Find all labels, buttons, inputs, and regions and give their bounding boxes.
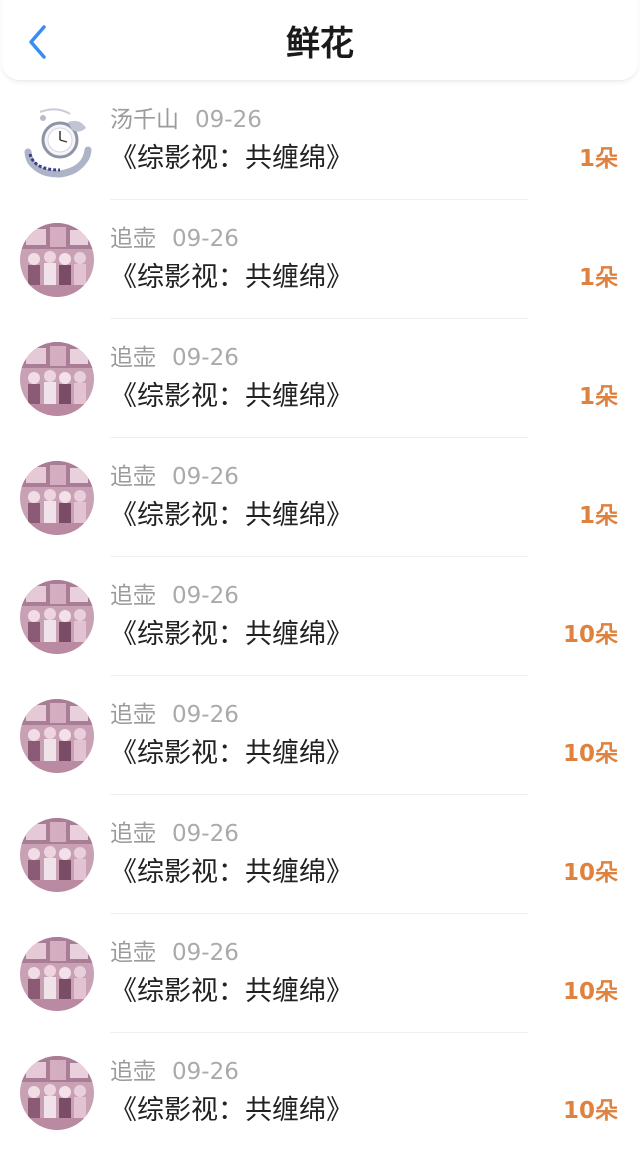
date: 09-26 [195, 107, 262, 133]
list-item[interactable]: 追壶 09-26 《综影视：共缠绵》 10朵 [0, 914, 640, 1033]
flower-count: 10朵 [562, 979, 618, 1005]
list-item[interactable]: 汤千山 09-26 《综影视：共缠绵》 1朵 [0, 81, 640, 200]
group-photo-image [20, 937, 94, 1011]
list-item[interactable]: 追壶 09-26 《综影视：共缠绵》 1朵 [0, 438, 640, 557]
username[interactable]: 追壶 [110, 583, 156, 609]
record-meta: 追壶 09-26 [110, 938, 239, 968]
username[interactable]: 追壶 [110, 226, 156, 252]
list-item[interactable]: 追壶 09-26 《综影视：共缠绵》 10朵 [0, 795, 640, 914]
list-item[interactable]: 追壶 09-26 《综影视：共缠绵》 10朵 [0, 1033, 640, 1152]
record-meta: 追壶 09-26 [110, 700, 239, 730]
username[interactable]: 追壶 [110, 940, 156, 966]
page-title: 鲜花 [286, 24, 354, 64]
avatar[interactable] [20, 818, 94, 892]
avatar[interactable] [20, 937, 94, 1011]
flower-count: 1朵 [578, 384, 618, 410]
record-meta: 追壶 09-26 [110, 343, 239, 373]
flower-count: 10朵 [562, 741, 618, 767]
username[interactable]: 追壶 [110, 1059, 156, 1085]
date: 09-26 [172, 702, 239, 728]
record-meta: 追壶 09-26 [110, 1057, 239, 1087]
book-title[interactable]: 《综影视：共缠绵》 [110, 379, 353, 415]
book-title[interactable]: 《综影视：共缠绵》 [110, 617, 353, 653]
group-photo-image [20, 223, 94, 297]
book-title[interactable]: 《综影视：共缠绵》 [110, 855, 353, 891]
record-meta: 汤千山 09-26 [110, 105, 262, 135]
avatar[interactable] [20, 223, 94, 297]
username[interactable]: 追壶 [110, 821, 156, 847]
record-meta: 追壶 09-26 [110, 819, 239, 849]
record-meta: 追壶 09-26 [110, 462, 239, 492]
flower-record-list: 汤千山 09-26 《综影视：共缠绵》 1朵 追壶 09-26 《综影视：共缠绵… [0, 81, 640, 1152]
avatar[interactable] [20, 580, 94, 654]
group-photo-image [20, 580, 94, 654]
avatar[interactable] [20, 461, 94, 535]
username[interactable]: 汤千山 [110, 107, 179, 133]
record-meta: 追壶 09-26 [110, 224, 239, 254]
group-photo-image [20, 818, 94, 892]
date: 09-26 [172, 583, 239, 609]
book-title[interactable]: 《综影视：共缠绵》 [110, 260, 353, 296]
date: 09-26 [172, 345, 239, 371]
book-title[interactable]: 《综影视：共缠绵》 [110, 141, 353, 177]
flower-count: 1朵 [578, 146, 618, 172]
avatar[interactable] [20, 104, 94, 178]
top-nav-bar: 鲜花 [2, 0, 638, 81]
date: 09-26 [172, 464, 239, 490]
avatar[interactable] [20, 1056, 94, 1130]
book-title[interactable]: 《综影视：共缠绵》 [110, 498, 353, 534]
list-item[interactable]: 追壶 09-26 《综影视：共缠绵》 10朵 [0, 557, 640, 676]
group-photo-image [20, 461, 94, 535]
flower-count: 1朵 [578, 503, 618, 529]
date: 09-26 [172, 1059, 239, 1085]
username[interactable]: 追壶 [110, 464, 156, 490]
book-title[interactable]: 《综影视：共缠绵》 [110, 736, 353, 772]
username[interactable]: 追壶 [110, 345, 156, 371]
avatar[interactable] [20, 342, 94, 416]
avatar[interactable] [20, 699, 94, 773]
list-item[interactable]: 追壶 09-26 《综影视：共缠绵》 1朵 [0, 319, 640, 438]
date: 09-26 [172, 940, 239, 966]
group-photo-image [20, 699, 94, 773]
list-item[interactable]: 追壶 09-26 《综影视：共缠绵》 1朵 [0, 200, 640, 319]
username[interactable]: 追壶 [110, 702, 156, 728]
flower-count: 10朵 [562, 1098, 618, 1124]
record-meta: 追壶 09-26 [110, 581, 239, 611]
date: 09-26 [172, 226, 239, 252]
group-photo-image [20, 342, 94, 416]
watch-pendant-image [20, 104, 94, 178]
group-photo-image [20, 1056, 94, 1130]
flower-count: 10朵 [562, 860, 618, 886]
book-title[interactable]: 《综影视：共缠绵》 [110, 974, 353, 1010]
date: 09-26 [172, 821, 239, 847]
flower-count: 1朵 [578, 265, 618, 291]
list-item[interactable]: 追壶 09-26 《综影视：共缠绵》 10朵 [0, 676, 640, 795]
flower-count: 10朵 [562, 622, 618, 648]
book-title[interactable]: 《综影视：共缠绵》 [110, 1093, 353, 1129]
